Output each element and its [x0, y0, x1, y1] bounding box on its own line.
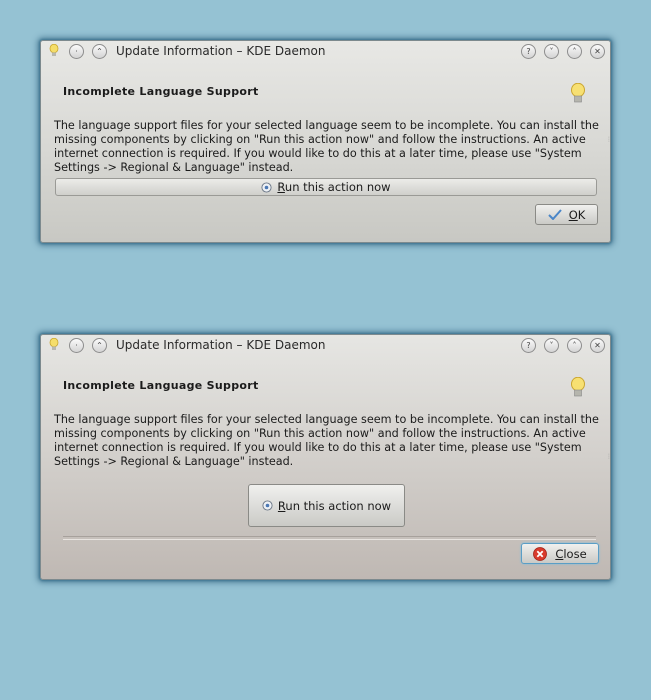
close-window-button[interactable]: ✕ — [590, 338, 605, 353]
titlebar[interactable]: · ⌃ Update Information – KDE Daemon ? ˅ … — [41, 41, 610, 63]
run-action-label: Run this action now — [277, 498, 392, 513]
gear-icon — [262, 500, 273, 511]
dialog-message: The language support files for your sele… — [54, 119, 599, 174]
window-menu-button[interactable]: · — [69, 338, 84, 353]
maximize-button[interactable]: ˄ — [567, 44, 582, 59]
resize-handle[interactable]: ⋮ — [606, 136, 612, 144]
window-menu-button[interactable]: · — [69, 44, 84, 59]
help-button[interactable]: ? — [521, 338, 536, 353]
keep-above-button[interactable]: ⌃ — [92, 338, 107, 353]
lightbulb-icon — [571, 377, 585, 397]
dialog-heading: Incomplete Language Support — [63, 85, 259, 98]
close-icon — [533, 546, 548, 561]
window-title: Update Information – KDE Daemon — [116, 338, 326, 352]
separator — [63, 536, 596, 540]
run-action-now-button[interactable]: Run this action now — [248, 484, 405, 527]
dialog-heading: Incomplete Language Support — [63, 379, 259, 392]
maximize-button[interactable]: ˄ — [567, 338, 582, 353]
close-window-button[interactable]: ✕ — [590, 44, 605, 59]
minimize-button[interactable]: ˅ — [544, 44, 559, 59]
close-label: Close — [555, 546, 587, 561]
titlebar[interactable]: · ⌃ Update Information – KDE Daemon ? ˅ … — [41, 335, 610, 357]
dialog-message: The language support files for your sele… — [54, 413, 599, 468]
gear-icon — [261, 181, 272, 193]
checkmark-icon — [547, 209, 562, 220]
help-button[interactable]: ? — [521, 44, 536, 59]
keep-above-button[interactable]: ⌃ — [92, 44, 107, 59]
window-title: Update Information – KDE Daemon — [116, 44, 326, 58]
ok-label: OK — [568, 207, 586, 222]
close-button[interactable]: Close — [521, 543, 599, 564]
update-information-dialog-1: · ⌃ Update Information – KDE Daemon ? ˅ … — [40, 40, 612, 243]
update-information-dialog-2: · ⌃ Update Information – KDE Daemon ? ˅ … — [40, 334, 612, 580]
resize-handle[interactable]: ⋮ — [606, 453, 612, 461]
ok-button[interactable]: OK — [535, 204, 598, 225]
lightbulb-icon[interactable] — [49, 338, 59, 351]
lightbulb-icon[interactable] — [49, 44, 59, 57]
run-action-label: Run this action now — [277, 180, 391, 194]
lightbulb-icon — [571, 83, 585, 103]
minimize-button[interactable]: ˅ — [544, 338, 559, 353]
run-action-now-button[interactable]: Run this action now — [55, 178, 597, 196]
